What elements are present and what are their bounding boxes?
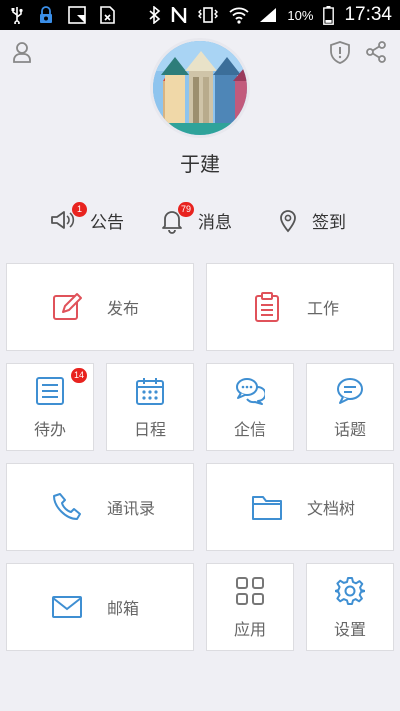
- avatar-image: [153, 41, 247, 135]
- schedule-tile[interactable]: 日程: [106, 363, 194, 451]
- user-name: 于建: [180, 152, 220, 176]
- messages-label: 消息: [198, 212, 232, 233]
- topics-label: 话题: [333, 420, 366, 439]
- no-sim-icon: [100, 6, 115, 24]
- clock: 17:34: [344, 4, 392, 25]
- shield-icon[interactable]: [328, 40, 352, 64]
- mail-tile[interactable]: 邮箱: [6, 563, 194, 651]
- signal-box-icon: [68, 6, 86, 24]
- todo-tile[interactable]: 待办 14: [6, 363, 94, 451]
- vibrate-icon: [198, 7, 219, 23]
- todo-label: 待办: [33, 420, 66, 439]
- mail-label: 邮箱: [107, 599, 140, 618]
- speaker-icon: 1: [48, 202, 87, 234]
- work-label: 工作: [307, 299, 340, 318]
- messenger-tile[interactable]: 企信: [206, 363, 294, 451]
- contacts-tile[interactable]: 通讯录: [6, 463, 194, 551]
- messages-badge: 79: [178, 202, 195, 217]
- list-icon: [36, 377, 64, 405]
- settings-tile[interactable]: 设置: [306, 563, 394, 651]
- publish-label: 发布: [107, 299, 140, 318]
- documents-label: 文档树: [307, 499, 356, 518]
- bell-icon: 79: [158, 202, 195, 234]
- person-icon[interactable]: [10, 40, 34, 64]
- messenger-label: 企信: [233, 420, 266, 439]
- avatar[interactable]: [150, 38, 250, 138]
- documents-tile[interactable]: 文档树: [206, 463, 394, 551]
- schedule-label: 日程: [133, 420, 166, 439]
- grid-icon: [236, 577, 264, 605]
- nfc-icon: [172, 7, 187, 23]
- edit-icon: [53, 293, 82, 320]
- announcements-label: 公告: [90, 212, 124, 233]
- announcements-link[interactable]: 1 公告: [48, 202, 124, 238]
- status-bar: 10% 17:34: [0, 0, 400, 30]
- messages-link[interactable]: 79 消息: [158, 202, 232, 238]
- cell-signal-icon: [260, 8, 277, 22]
- clipboard-icon: [255, 292, 279, 322]
- folder-icon: [252, 496, 282, 520]
- topics-tile[interactable]: 话题: [306, 363, 394, 451]
- share-icon[interactable]: [364, 40, 388, 64]
- settings-label: 设置: [333, 620, 366, 639]
- status-system: 10% 17:34: [149, 0, 392, 30]
- work-tile[interactable]: 工作: [206, 263, 394, 351]
- publish-tile[interactable]: 发布: [6, 263, 194, 351]
- wifi-icon: [229, 7, 250, 24]
- todo-badge: 14: [70, 368, 87, 383]
- announcements-badge: 1: [72, 202, 87, 217]
- status-notifications: [10, 0, 116, 30]
- gear-icon: [335, 577, 365, 605]
- apps-label: 应用: [233, 620, 266, 639]
- envelope-icon: [52, 596, 82, 618]
- location-pin-icon: [274, 206, 302, 234]
- bluetooth-icon: [149, 6, 161, 24]
- phone-icon: [53, 493, 81, 520]
- battery-icon: [323, 5, 335, 25]
- calendar-icon: [136, 378, 164, 405]
- battery-percent: 10%: [287, 7, 314, 23]
- checkin-label: 签到: [312, 212, 346, 233]
- contacts-label: 通讯录: [107, 499, 156, 518]
- chat-bubbles-icon: [236, 378, 265, 405]
- apps-tile[interactable]: 应用: [206, 563, 294, 651]
- checkin-link[interactable]: 签到: [274, 202, 346, 238]
- chat-icon: [337, 378, 363, 404]
- lock-sync-icon: [40, 6, 52, 23]
- usb-icon: [11, 7, 23, 24]
